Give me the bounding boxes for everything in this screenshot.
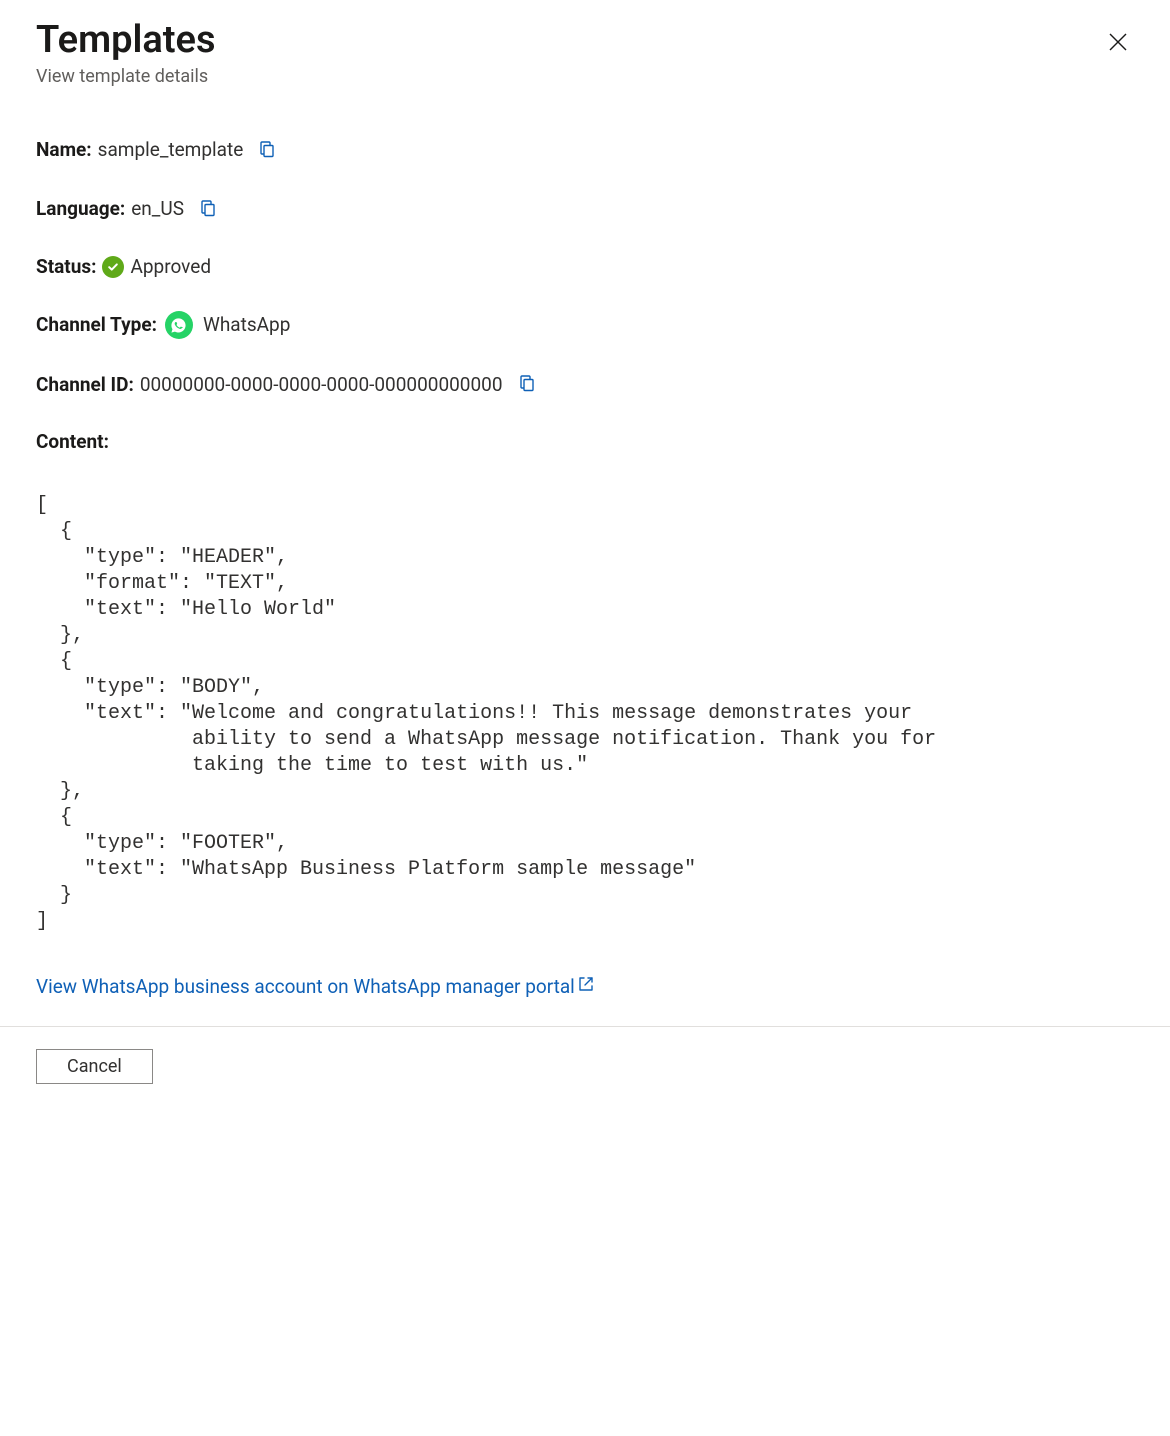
close-button[interactable] [1102,26,1134,61]
name-label: Name: [36,138,92,163]
panel-footer: Cancel [0,1026,1170,1106]
name-field: Name: sample_template [36,137,1134,164]
copy-channel-id-button[interactable] [515,371,539,398]
template-details-panel: Templates View template details Name: sa… [0,0,1170,1026]
channel-type-label: Channel Type: [36,313,157,338]
copy-icon [257,139,277,162]
language-label: Language: [36,197,125,222]
page-subtitle: View template details [36,66,215,87]
channel-id-field: Channel ID: 00000000-0000-0000-0000-0000… [36,371,1134,398]
language-field: Language: en_US [36,196,1134,223]
status-field: Status: Approved [36,255,1134,280]
content-json-block: [ { "type": "HEADER", "format": "TEXT", … [36,493,1134,935]
portal-link-text: View WhatsApp business account on WhatsA… [36,975,575,998]
external-link-icon [577,975,595,998]
copy-language-button[interactable] [196,196,220,223]
language-value: en_US [131,197,184,222]
close-icon [1106,30,1130,57]
content-label: Content: [36,430,1134,453]
channel-id-label: Channel ID: [36,373,134,398]
copy-icon [517,373,537,396]
name-value: sample_template [98,138,244,163]
channel-type-field: Channel Type: WhatsApp [36,311,1134,339]
fields-section: Name: sample_template Language: en_US [36,137,1134,1027]
status-value: Approved [130,255,211,280]
copy-name-button[interactable] [255,137,279,164]
channel-type-value: WhatsApp [203,313,290,338]
whatsapp-portal-link[interactable]: View WhatsApp business account on WhatsA… [36,975,595,998]
cancel-button[interactable]: Cancel [36,1049,153,1084]
channel-id-value: 00000000-0000-0000-0000-000000000000 [140,373,503,398]
panel-header: Templates View template details [36,20,1134,87]
copy-icon [198,198,218,221]
page-title: Templates [36,20,215,62]
status-label: Status: [36,255,96,280]
whatsapp-icon [165,311,193,339]
check-circle-icon [102,256,124,278]
